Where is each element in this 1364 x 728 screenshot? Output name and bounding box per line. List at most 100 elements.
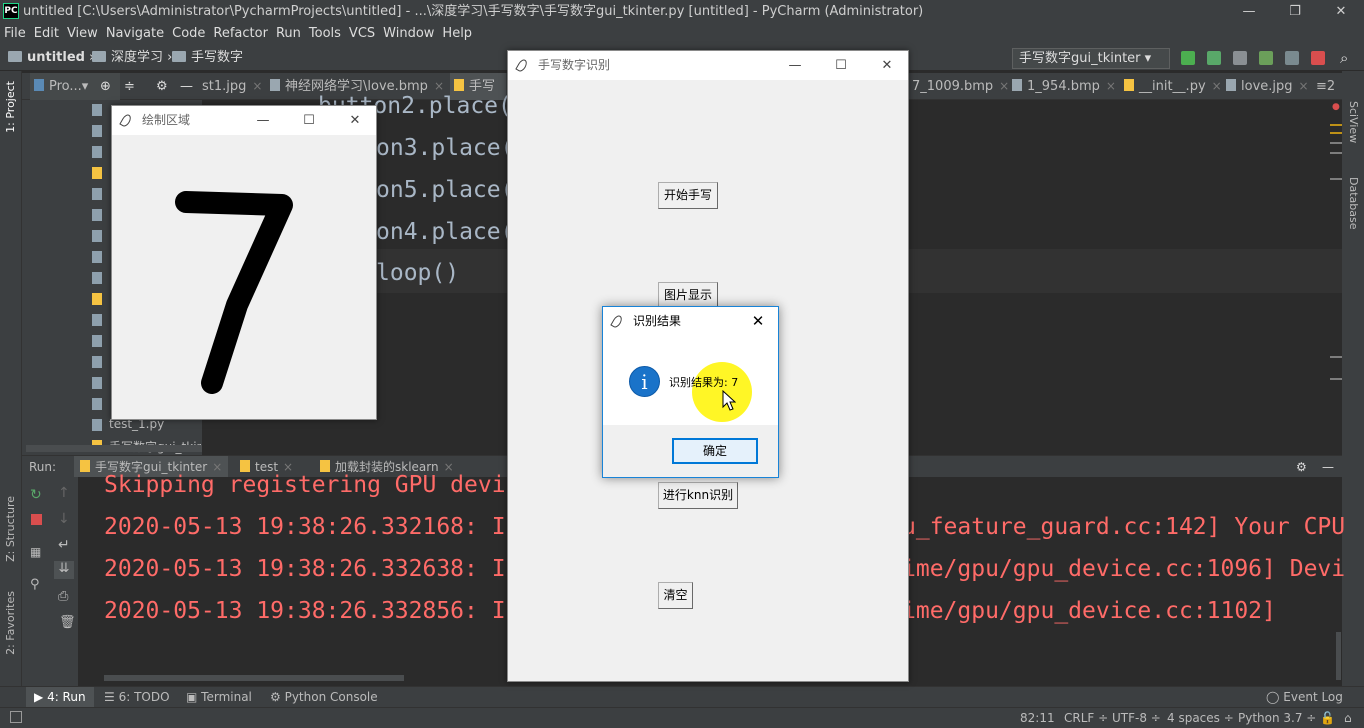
horizontal-scrollbar[interactable] <box>104 675 404 681</box>
menu-vcs[interactable]: VCS <box>345 23 379 45</box>
horizontal-scrollbar[interactable] <box>26 445 202 452</box>
menu-edit[interactable]: Edit <box>30 23 63 45</box>
python-interpreter[interactable]: Python 3.7 ÷ <box>1238 708 1316 728</box>
close-icon[interactable]: × <box>1299 79 1309 93</box>
menu-code[interactable]: Code <box>168 23 209 45</box>
hide-icon[interactable]: — <box>1322 456 1334 478</box>
maximize-icon[interactable]: ☐ <box>818 51 864 80</box>
soft-wrap-icon[interactable]: ↵ <box>58 537 70 553</box>
restore-icon[interactable]: ❐ <box>1272 0 1318 23</box>
indent-setting[interactable]: 4 spaces ÷ <box>1167 708 1234 728</box>
pin-icon[interactable]: ⚲ <box>30 577 40 592</box>
scroll-to-end-icon[interactable]: ⇊ <box>54 561 74 579</box>
favorites-tool-button[interactable]: 2: Favorites <box>4 591 17 655</box>
warning-mark <box>1330 124 1342 126</box>
stop-icon[interactable] <box>1311 51 1325 65</box>
gear-icon[interactable]: ⚙ <box>1296 456 1307 478</box>
maximize-icon[interactable]: ☐ <box>286 106 332 135</box>
collapse-icon[interactable]: ≑ <box>120 73 135 100</box>
file-icon <box>92 104 102 116</box>
build-icon[interactable] <box>1285 51 1299 65</box>
trash-icon[interactable]: 🗑 <box>59 615 76 630</box>
coverage-icon[interactable] <box>1233 51 1247 65</box>
status-bar: 82:11 CRLF ÷ UTF-8 ÷ 4 spaces ÷ Python 3… <box>0 707 1364 728</box>
run-tool-tab[interactable]: ▶ 4: Run <box>26 687 94 708</box>
close-icon[interactable]: ✕ <box>1318 0 1364 23</box>
memory-icon[interactable]: ⌂ <box>1344 708 1352 728</box>
breadcrumb-deep-learning[interactable]: 深度学习 › <box>92 49 172 67</box>
locate-icon[interactable]: ⊕ <box>96 73 111 100</box>
rerun-icon[interactable] <box>1181 51 1195 65</box>
sciview-tool-button[interactable]: SciView <box>1347 101 1360 143</box>
breadcrumb-handwritten[interactable]: 手写数字 <box>172 49 243 67</box>
down-arrow-icon[interactable]: ↓ <box>58 511 70 527</box>
stop-icon[interactable] <box>31 514 42 525</box>
show-image-button[interactable]: 图片显示 <box>658 282 718 309</box>
tabs-overflow-button[interactable]: ≡2 <box>1312 73 1335 100</box>
project-tool-button[interactable]: 1: Project <box>4 81 17 133</box>
tab-love-jpg[interactable]: love.jpg × <box>1222 73 1309 100</box>
menu-window[interactable]: Window <box>379 23 438 45</box>
close-icon[interactable]: × <box>252 79 262 93</box>
ide-window-title: untitled [C:\Users\Administrator\Pycharm… <box>23 4 924 19</box>
line-separator[interactable]: CRLF ÷ <box>1064 708 1108 728</box>
menu-view[interactable]: View <box>63 23 102 45</box>
project-icon <box>34 79 44 91</box>
minimize-icon[interactable]: — <box>240 106 286 135</box>
menu-navigate[interactable]: Navigate <box>102 23 168 45</box>
clear-button[interactable]: 清空 <box>658 582 693 609</box>
start-handwriting-button[interactable]: 开始手写 <box>658 182 718 209</box>
vertical-scrollbar[interactable] <box>1336 632 1341 680</box>
python-file-icon <box>92 167 102 179</box>
menu-help[interactable]: Help <box>438 23 476 45</box>
lock-icon[interactable]: 🔓 <box>1320 708 1335 728</box>
tab-1-954-bmp[interactable]: 1_954.bmp × <box>1008 73 1116 100</box>
caret-position[interactable]: 82:11 <box>1020 708 1055 728</box>
close-icon[interactable]: ✕ <box>332 106 378 135</box>
menu-file[interactable]: File <box>0 23 30 45</box>
status-toggle-icon[interactable] <box>10 711 22 723</box>
minimize-icon[interactable]: — <box>1226 0 1272 23</box>
file-encoding[interactable]: UTF-8 ÷ <box>1112 708 1161 728</box>
drawing-canvas[interactable] <box>112 135 376 419</box>
layout-icon[interactable]: ▦ <box>30 545 41 559</box>
structure-tool-button[interactable]: Z: Structure <box>4 496 17 562</box>
gear-icon[interactable]: ⚙ <box>152 73 168 100</box>
close-icon[interactable]: × <box>1106 79 1116 93</box>
console-line-right: ime/gpu/gpu_device.cc:1096] Devi <box>902 556 1346 582</box>
close-icon[interactable]: × <box>434 79 444 93</box>
breadcrumb-untitled[interactable]: untitled › <box>8 49 94 67</box>
chevron-down-icon: ▾ <box>1144 51 1152 66</box>
close-icon[interactable]: ✕ <box>739 307 777 335</box>
tab-init-py[interactable]: __init__.py × <box>1120 73 1222 100</box>
run-configuration-select[interactable]: 手写数字gui_tkinter ▾ <box>1012 48 1170 69</box>
hide-icon[interactable]: — <box>176 73 193 100</box>
todo-tool-tab[interactable]: ☰ 6: TODO <box>104 687 170 708</box>
knn-recognize-button[interactable]: 进行knn识别 <box>658 482 738 509</box>
close-icon[interactable]: × <box>1212 79 1222 93</box>
info-mark <box>1330 152 1342 154</box>
menu-tools[interactable]: Tools <box>305 23 345 45</box>
menu-run[interactable]: Run <box>272 23 305 45</box>
tab-st1-jpg[interactable]: st1.jpg × <box>198 73 262 100</box>
debug-icon[interactable] <box>1207 51 1221 65</box>
up-arrow-icon[interactable]: ↑ <box>58 485 70 501</box>
search-icon[interactable]: ⌕ <box>1340 49 1348 67</box>
close-icon[interactable]: ✕ <box>864 51 910 80</box>
print-icon[interactable]: ⎙ <box>58 589 68 604</box>
tab-7-1009-bmp[interactable]: 7_1009.bmp × <box>908 73 1009 100</box>
terminal-tool-tab[interactable]: ▣ Terminal <box>186 687 252 708</box>
bottom-tool-tabs: ▶ 4: Run ☰ 6: TODO ▣ Terminal ⚙ Python C… <box>0 686 1364 708</box>
rerun-icon[interactable]: ↻ <box>30 487 42 503</box>
pycharm-logo-icon: PC <box>3 3 19 19</box>
ok-button[interactable]: 确定 <box>672 438 758 464</box>
python-console-tool-tab[interactable]: ⚙ Python Console <box>270 687 378 708</box>
image-file-icon <box>1012 79 1022 91</box>
event-log-tool-tab[interactable]: ◯ Event Log <box>1266 687 1343 708</box>
draw-area-window: 绘制区域 — ☐ ✕ <box>111 105 377 420</box>
database-tool-button[interactable]: Database <box>1347 177 1360 230</box>
minimize-icon[interactable]: — <box>772 51 818 80</box>
profile-icon[interactable] <box>1259 51 1273 65</box>
menu-refactor[interactable]: Refactor <box>209 23 272 45</box>
error-stripe[interactable]: ● <box>1330 102 1342 402</box>
